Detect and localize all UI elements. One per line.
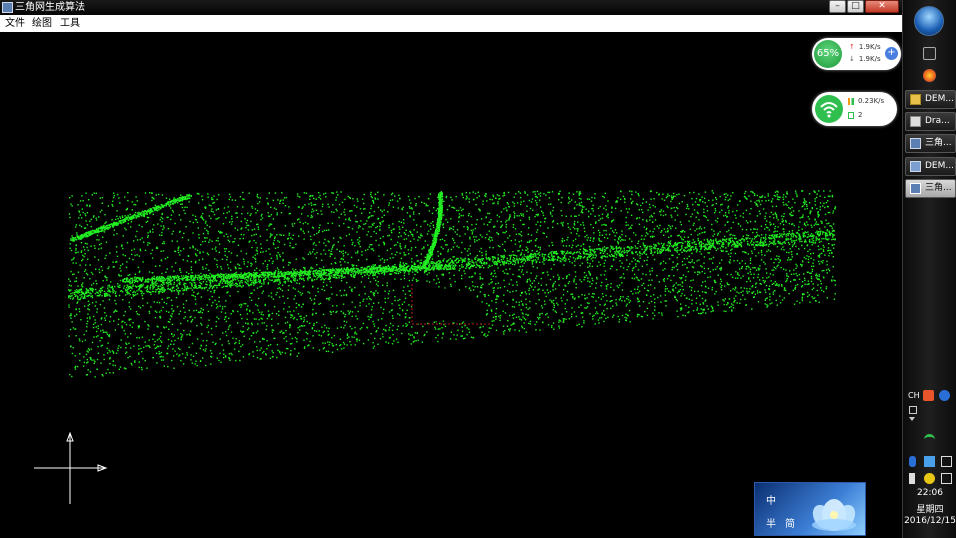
download-speed: ↓ 1.9K/s	[849, 55, 881, 63]
title-bar[interactable]: 三角网生成算法 – □ ✕	[0, 0, 902, 15]
taskbar: DEM... Dra... 三角... DEM... 三角... CH 22:0…	[902, 0, 956, 538]
ime-script-toggle[interactable]: 简	[785, 515, 795, 530]
app-icon	[910, 161, 921, 172]
app-window: 三角网生成算法 – □ ✕ 文件 绘图 工具	[0, 0, 902, 538]
command-prompt-icon[interactable]	[923, 47, 936, 60]
ime-panel[interactable]: 中 半 简	[754, 482, 866, 536]
expand-tray-icon[interactable]	[909, 417, 915, 421]
device-icon	[848, 111, 854, 119]
taskbar-item-label: Dra...	[925, 116, 950, 126]
display-icon[interactable]	[941, 473, 952, 484]
clock-time[interactable]: 22:06	[903, 488, 956, 498]
wifi-tray-icon[interactable]	[924, 434, 935, 445]
language-indicator[interactable]: CH	[908, 391, 920, 400]
taskbar-item-active[interactable]: 三角...	[905, 179, 956, 198]
wifi-rate-value: 0.23K/s	[858, 97, 885, 105]
menu-bar: 文件 绘图 工具	[0, 15, 902, 32]
app-icon	[910, 183, 921, 194]
sogou-icon[interactable]	[923, 390, 934, 401]
wifi-widget[interactable]: 0.23K/s 2	[812, 92, 897, 126]
minimize-button[interactable]: –	[829, 0, 846, 13]
menu-file[interactable]: 文件	[3, 15, 27, 32]
upload-speed-value: 1.9K/s	[858, 43, 881, 51]
window-title: 三角网生成算法	[15, 2, 85, 13]
ime-width-toggle[interactable]: 半	[766, 515, 776, 530]
menu-draw[interactable]: 绘图	[30, 15, 54, 32]
bluetooth-icon[interactable]	[909, 456, 916, 467]
app-icon	[910, 138, 921, 149]
wifi-icon[interactable]	[815, 95, 843, 123]
signal-bars-icon	[848, 97, 854, 105]
volume-icon[interactable]	[909, 473, 915, 484]
taskbar-item[interactable]: 三角...	[905, 134, 956, 153]
help-icon[interactable]	[939, 390, 950, 401]
clock-weekday[interactable]: 星期四	[903, 502, 956, 515]
start-button[interactable]	[914, 6, 944, 36]
axis-indicator	[30, 430, 110, 514]
upload-speed: ↑ 1.9K/s	[849, 43, 881, 51]
folder-icon	[910, 94, 921, 105]
speed-boost-button[interactable]: +	[885, 47, 898, 60]
maximize-button[interactable]: □	[847, 0, 864, 13]
network-icon[interactable]	[924, 456, 935, 467]
wifi-rate: 0.23K/s	[848, 97, 884, 105]
taskbar-item[interactable]: Dra...	[905, 112, 956, 131]
lotus-flower-icon	[812, 499, 856, 531]
ime-language-toggle[interactable]: 中	[766, 492, 776, 507]
taskbar-item-label: 三角...	[925, 183, 952, 193]
drawing-canvas[interactable]	[0, 32, 902, 538]
wifi-devices: 2	[848, 111, 862, 119]
clock-date[interactable]: 2016/12/15	[903, 516, 956, 526]
point-cloud	[68, 190, 837, 378]
axis-icon	[34, 431, 108, 504]
taskbar-item-label: DEM...	[925, 161, 954, 171]
taskbar-item-label: 三角...	[925, 138, 952, 148]
menu-tools[interactable]: 工具	[58, 15, 82, 32]
pen-icon[interactable]	[909, 406, 917, 414]
taskbar-item[interactable]: DEM...	[905, 90, 956, 109]
download-speed-value: 1.9K/s	[858, 55, 881, 63]
memory-usage-circle[interactable]: 65%	[814, 40, 842, 68]
firefox-icon[interactable]	[923, 69, 936, 82]
app-icon	[910, 116, 921, 127]
wifi-devices-value: 2	[858, 111, 863, 119]
battery-icon[interactable]	[941, 456, 952, 467]
taskbar-item-label: DEM...	[925, 94, 954, 104]
close-button[interactable]: ✕	[865, 0, 899, 13]
security-icon[interactable]	[924, 473, 935, 484]
network-speed-widget[interactable]: 65% ↑ 1.9K/s ↓ 1.9K/s +	[812, 38, 901, 70]
app-icon	[2, 2, 13, 13]
taskbar-item[interactable]: DEM...	[905, 157, 956, 176]
download-arrow-icon: ↓	[849, 55, 855, 63]
upload-arrow-icon: ↑	[849, 43, 855, 51]
